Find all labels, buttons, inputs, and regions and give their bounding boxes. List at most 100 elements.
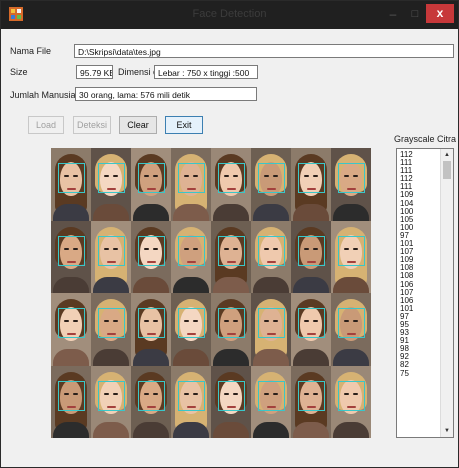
shoulder-shape	[333, 276, 369, 293]
shoulder-shape	[333, 204, 369, 221]
scroll-thumb[interactable]	[443, 161, 451, 179]
face-tile	[211, 220, 251, 293]
shoulder-shape	[133, 349, 169, 366]
face-tile	[251, 148, 291, 221]
shoulder-shape	[253, 204, 289, 221]
listbox-scrollbar[interactable]: ▲ ▼	[440, 149, 453, 437]
face-detection-box	[58, 380, 85, 411]
face-tile	[291, 220, 331, 293]
jumlah-manusia-label: Jumlah Manusia	[10, 90, 76, 100]
face-detection-box	[298, 308, 325, 338]
face-detection-box	[218, 163, 245, 193]
face-detection-box	[178, 308, 205, 338]
shoulder-shape	[253, 421, 289, 438]
shoulder-shape	[53, 421, 89, 438]
jumlah-manusia-field[interactable]: 30 orang, lama: 576 mili detik	[75, 87, 257, 101]
face-tile	[91, 365, 131, 438]
shoulder-shape	[213, 204, 249, 221]
shoulder-shape	[133, 276, 169, 293]
face-tile	[131, 148, 171, 221]
grayscale-list-items: 112 111 111 112 111 109 104 100 105 100 97 101 107 10…	[400, 150, 440, 378]
face-tile	[51, 365, 91, 438]
face-detection-box	[98, 308, 125, 338]
load-button[interactable]: Load	[28, 116, 64, 134]
scroll-up-arrow-icon[interactable]: ▲	[441, 150, 453, 160]
face-detection-box	[258, 380, 285, 411]
shoulder-shape	[213, 421, 249, 438]
detected-faces-image	[51, 148, 371, 438]
face-detection-box	[98, 380, 125, 411]
clear-button[interactable]: Clear	[119, 116, 157, 134]
face-detection-box	[298, 235, 325, 266]
face-detection-box	[258, 235, 285, 266]
shoulder-shape	[53, 204, 89, 221]
face-detection-box	[58, 235, 85, 266]
face-tile	[51, 148, 91, 221]
shoulder-shape	[133, 421, 169, 438]
close-button[interactable]: x	[426, 4, 454, 23]
face-tile	[331, 148, 371, 221]
nama-file-field[interactable]: D:\Skripsi\data\tes.jpg	[74, 44, 454, 58]
shoulder-shape	[93, 204, 129, 221]
size-field[interactable]: 95.79 KB	[76, 65, 113, 79]
face-detection-box	[298, 380, 325, 411]
shoulder-shape	[293, 421, 329, 438]
face-tile	[91, 148, 131, 221]
grayscale-value-item[interactable]: 75	[400, 369, 440, 378]
shoulder-shape	[133, 204, 169, 221]
face-tile	[211, 293, 251, 366]
maximize-button[interactable]: □	[406, 5, 424, 23]
face-tile	[331, 293, 371, 366]
shoulder-shape	[333, 421, 369, 438]
shoulder-shape	[293, 349, 329, 366]
face-tile	[131, 220, 171, 293]
title-bar[interactable]: Face Detection – □ x	[1, 1, 458, 29]
scroll-down-arrow-icon[interactable]: ▼	[441, 426, 453, 436]
face-detection-box	[138, 163, 165, 193]
face-detection-box	[138, 308, 165, 338]
face-tile	[251, 293, 291, 366]
dimensi-citra-field[interactable]: Lebar : 750 x tinggi :500	[154, 65, 258, 79]
shoulder-shape	[253, 276, 289, 293]
shoulder-shape	[333, 349, 369, 366]
shoulder-shape	[173, 204, 209, 221]
face-detection-box	[338, 308, 365, 338]
face-tile	[171, 148, 211, 221]
shoulder-shape	[213, 349, 249, 366]
face-tile	[131, 293, 171, 366]
face-tile	[211, 365, 251, 438]
face-tile	[211, 148, 251, 221]
shoulder-shape	[293, 204, 329, 221]
face-tile	[51, 293, 91, 366]
face-detection-box	[138, 235, 165, 266]
face-tile	[91, 293, 131, 366]
grayscale-listbox[interactable]: 112 111 111 112 111 109 104 100 105 100 97 101 107 10…	[396, 148, 454, 438]
shoulder-shape	[53, 349, 89, 366]
face-tile	[171, 365, 211, 438]
face-tile	[171, 220, 211, 293]
face-detection-box	[258, 308, 285, 338]
face-tile	[291, 148, 331, 221]
face-tile	[91, 220, 131, 293]
face-detection-box	[218, 308, 245, 338]
shoulder-shape	[93, 349, 129, 366]
deteksi-button[interactable]: Deteksi	[73, 116, 111, 134]
face-tile	[251, 220, 291, 293]
minimize-button[interactable]: –	[382, 5, 404, 23]
shoulder-shape	[253, 349, 289, 366]
face-tile	[291, 293, 331, 366]
exit-button[interactable]: Exit	[165, 116, 203, 134]
shoulder-shape	[53, 276, 89, 293]
face-detection-box	[218, 380, 245, 411]
face-tile	[51, 220, 91, 293]
face-detection-box	[338, 163, 365, 193]
face-detection-box	[338, 380, 365, 411]
face-detection-box	[298, 163, 325, 193]
shoulder-shape	[173, 349, 209, 366]
face-tile	[171, 293, 211, 366]
nama-file-label: Nama File	[10, 46, 52, 56]
shoulder-shape	[293, 276, 329, 293]
face-detection-box	[58, 308, 85, 338]
face-tile	[331, 220, 371, 293]
grayscale-citra-label: Grayscale Citra	[394, 134, 457, 144]
